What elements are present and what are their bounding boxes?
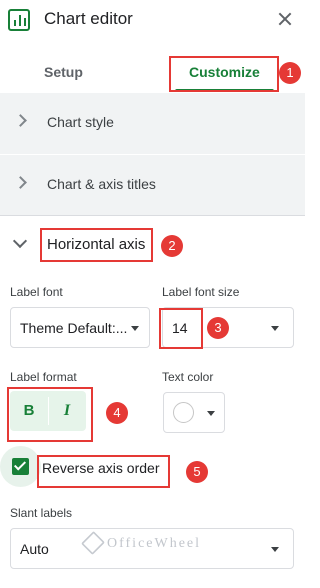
label-font-value: Theme Default:... — [20, 320, 128, 336]
dropdown-caret-icon — [207, 411, 215, 416]
chevron-down-icon[interactable] — [12, 233, 28, 249]
dropdown-caret-icon — [131, 326, 139, 331]
section-chart-style[interactable]: Chart style — [0, 93, 305, 154]
label-font-label: Label font — [10, 285, 63, 299]
panel-title: Chart editor — [44, 9, 133, 28]
annotation-badge: 5 — [186, 461, 208, 483]
annotation-box-customize — [169, 56, 279, 92]
annotation-box-reverse-axis — [37, 455, 170, 488]
chart-icon — [8, 9, 30, 31]
close-icon[interactable] — [275, 9, 295, 29]
label-font-select[interactable]: Theme Default:... — [10, 307, 150, 348]
section-chart-axis-titles[interactable]: Chart & axis titles — [0, 155, 305, 215]
watermark-text: OfficeWheel — [107, 536, 202, 551]
annotation-badge: 3 — [207, 317, 229, 339]
label-font-size-label: Label font size — [162, 285, 240, 299]
chevron-right-icon — [14, 176, 27, 189]
dropdown-caret-icon — [271, 547, 279, 552]
tab-setup[interactable]: Setup — [44, 64, 83, 80]
section-label: Chart & axis titles — [47, 176, 156, 192]
annotation-box-horizontal-axis — [40, 228, 153, 262]
annotation-box-label-format — [7, 387, 93, 442]
section-label: Chart style — [47, 114, 114, 130]
editor-header: Chart editor — [0, 0, 305, 42]
chevron-right-icon — [14, 114, 27, 127]
label-format-label: Label format — [10, 370, 77, 384]
annotation-badge: 2 — [161, 235, 183, 257]
divider — [0, 215, 305, 216]
dropdown-caret-icon — [271, 326, 279, 331]
slant-labels-label: Slant labels — [10, 506, 73, 520]
annotation-box-font-size — [159, 308, 203, 349]
slant-labels-value: Auto — [20, 541, 49, 557]
annotation-badge: 1 — [279, 62, 301, 84]
annotation-badge: 4 — [106, 402, 128, 424]
reverse-axis-checkbox[interactable] — [12, 458, 29, 475]
color-swatch — [173, 402, 194, 423]
text-color-label: Text color — [162, 370, 214, 384]
text-color-button[interactable] — [163, 392, 225, 433]
